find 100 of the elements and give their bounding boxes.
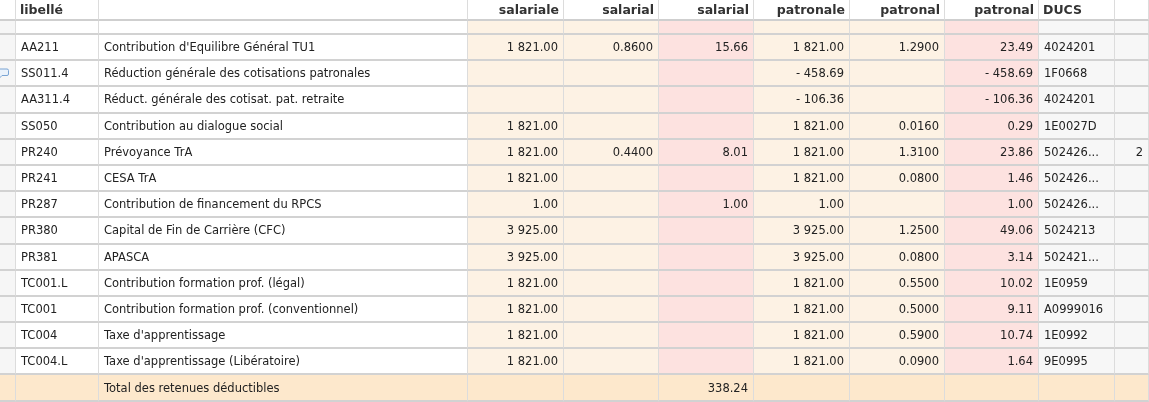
table-cell: PR241 <box>16 165 99 193</box>
table-cell: 4024201 <box>1039 35 1115 62</box>
table-cell: TC001 <box>16 296 99 324</box>
table-cell: Contribution d'Equilibre Général TU1 <box>99 35 468 62</box>
table-cell: 1.00 <box>659 192 754 219</box>
table-cell: APASCA <box>99 244 468 271</box>
table-cell: TC001.L <box>16 270 99 297</box>
table-cell: 10.02 <box>945 270 1039 297</box>
table-cell: AA211 <box>16 35 99 62</box>
table-cell: - 458.69 <box>754 61 850 88</box>
table-cell: 5024213 <box>1039 218 1115 245</box>
table-cell: 4024201 <box>1039 87 1115 114</box>
column-header[interactable]: patronal <box>945 0 1039 21</box>
table-cell: PR381 <box>16 244 99 271</box>
table-cell: 1.2900 <box>850 35 945 62</box>
table-cell: Prévoyance TrA <box>99 139 468 166</box>
table-cell: 0.8600 <box>564 35 659 62</box>
column-header[interactable]: patronale <box>754 0 850 21</box>
table-cell: 1E0959 <box>1039 270 1115 297</box>
table-cell: 0.29 <box>945 113 1039 140</box>
table-cell: PR240 <box>16 139 99 166</box>
table-cell: 0.4400 <box>564 139 659 166</box>
table-cell: 1 821.00 <box>754 270 850 297</box>
table-cell: 0.5500 <box>850 270 945 297</box>
table-cell: 49.06 <box>945 218 1039 245</box>
table-cell: 10.74 <box>945 323 1039 350</box>
table-cell: 15.66 <box>659 35 754 62</box>
table-cell: 1.64 <box>945 349 1039 376</box>
table-cell: 1 821.00 <box>754 139 850 166</box>
table-cell: 1E0027D <box>1039 113 1115 140</box>
column-header[interactable]: salariale <box>468 0 564 21</box>
table-cell: 8.01 <box>659 139 754 166</box>
table-cell: SS011.4 <box>16 61 99 88</box>
table-cell: 1.3100 <box>850 139 945 166</box>
table-cell: 3.14 <box>945 244 1039 271</box>
table-cell: 1E0992 <box>1039 323 1115 350</box>
table-cell: 9E0995 <box>1039 349 1115 376</box>
table-cell: 1 821.00 <box>468 323 564 350</box>
table-cell: Taxe d'apprentissage <box>99 323 468 350</box>
column-header[interactable]: libellé <box>16 0 99 21</box>
table-cell: 2 <box>1115 139 1149 166</box>
table-cell: 1 821.00 <box>754 323 850 350</box>
table-cell: 1 821.00 <box>754 296 850 324</box>
table-cell: 502426... <box>1039 139 1115 166</box>
table-cell: 0.0800 <box>850 165 945 193</box>
table-cell: 1 821.00 <box>754 113 850 140</box>
table-cell: SS050 <box>16 113 99 140</box>
column-header[interactable]: salarial <box>659 0 754 21</box>
table-cell: AA311.4 <box>16 87 99 114</box>
header-cell <box>0 0 16 21</box>
table-cell: 3 925.00 <box>468 218 564 245</box>
table-cell: 1.46 <box>945 165 1039 193</box>
table-cell: TC004.L <box>16 349 99 376</box>
column-header[interactable]: patronal <box>850 0 945 21</box>
table-cell: 1 821.00 <box>754 349 850 376</box>
table-cell: 1 821.00 <box>468 165 564 193</box>
table-cell: 0.5900 <box>850 323 945 350</box>
table-cell: - 106.36 <box>945 87 1039 114</box>
table-cell: 1 821.00 <box>468 35 564 62</box>
table-cell: 1 821.00 <box>468 296 564 324</box>
table-cell: - 106.36 <box>754 87 850 114</box>
table-cell: 9.11 <box>945 296 1039 324</box>
table-cell: 1.2500 <box>850 218 945 245</box>
total-cell: 338.24 <box>659 375 754 402</box>
table-cell: Contribution formation prof. (légal) <box>99 270 468 297</box>
table-cell: 3 925.00 <box>468 244 564 271</box>
column-header[interactable]: DUCS <box>1039 0 1115 21</box>
table-cell: 1 821.00 <box>754 35 850 62</box>
table-cell: 1.00 <box>754 192 850 219</box>
table-cell: 1 821.00 <box>754 165 850 193</box>
table-cell: Contribution au dialogue social <box>99 113 468 140</box>
table-cell: TC004 <box>16 323 99 350</box>
table-cell: - 458.69 <box>945 61 1039 88</box>
table-cell: 0.5000 <box>850 296 945 324</box>
comment-icon[interactable] <box>0 67 9 79</box>
table-cell: Taxe d'apprentissage (Libératoire) <box>99 349 468 376</box>
table-cell: 23.86 <box>945 139 1039 166</box>
table-cell: 1 821.00 <box>468 139 564 166</box>
total-cell: Total des retenues déductibles <box>99 375 468 402</box>
table-cell: 0.0160 <box>850 113 945 140</box>
table-cell: Contribution de financement du RPCS <box>99 192 468 219</box>
table-cell: Contribution formation prof. (conventionnel) <box>99 296 468 324</box>
table-cell: 1 821.00 <box>468 349 564 376</box>
table-cell: 1.00 <box>945 192 1039 219</box>
table-cell: 502421... <box>1039 244 1115 271</box>
table-cell: 3 925.00 <box>754 218 850 245</box>
table-cell: 3 925.00 <box>754 244 850 271</box>
table-cell: A0999016 <box>1039 296 1115 324</box>
header-cell <box>1115 0 1149 21</box>
column-header[interactable]: salarial <box>564 0 659 21</box>
table-cell: 0.0800 <box>850 244 945 271</box>
table-cell: PR287 <box>16 192 99 219</box>
table-cell: 1 821.00 <box>468 113 564 140</box>
table-cell: Réduct. générale des cotisat. pat. retraite <box>99 87 468 114</box>
table-cell: 1F0668 <box>1039 61 1115 88</box>
table-cell: 23.49 <box>945 35 1039 62</box>
table-cell: PR380 <box>16 218 99 245</box>
table-cell: Capital de Fin de Carrière (CFC) <box>99 218 468 245</box>
table-cell: 502426... <box>1039 165 1115 193</box>
table-cell: CESA TrA <box>99 165 468 193</box>
